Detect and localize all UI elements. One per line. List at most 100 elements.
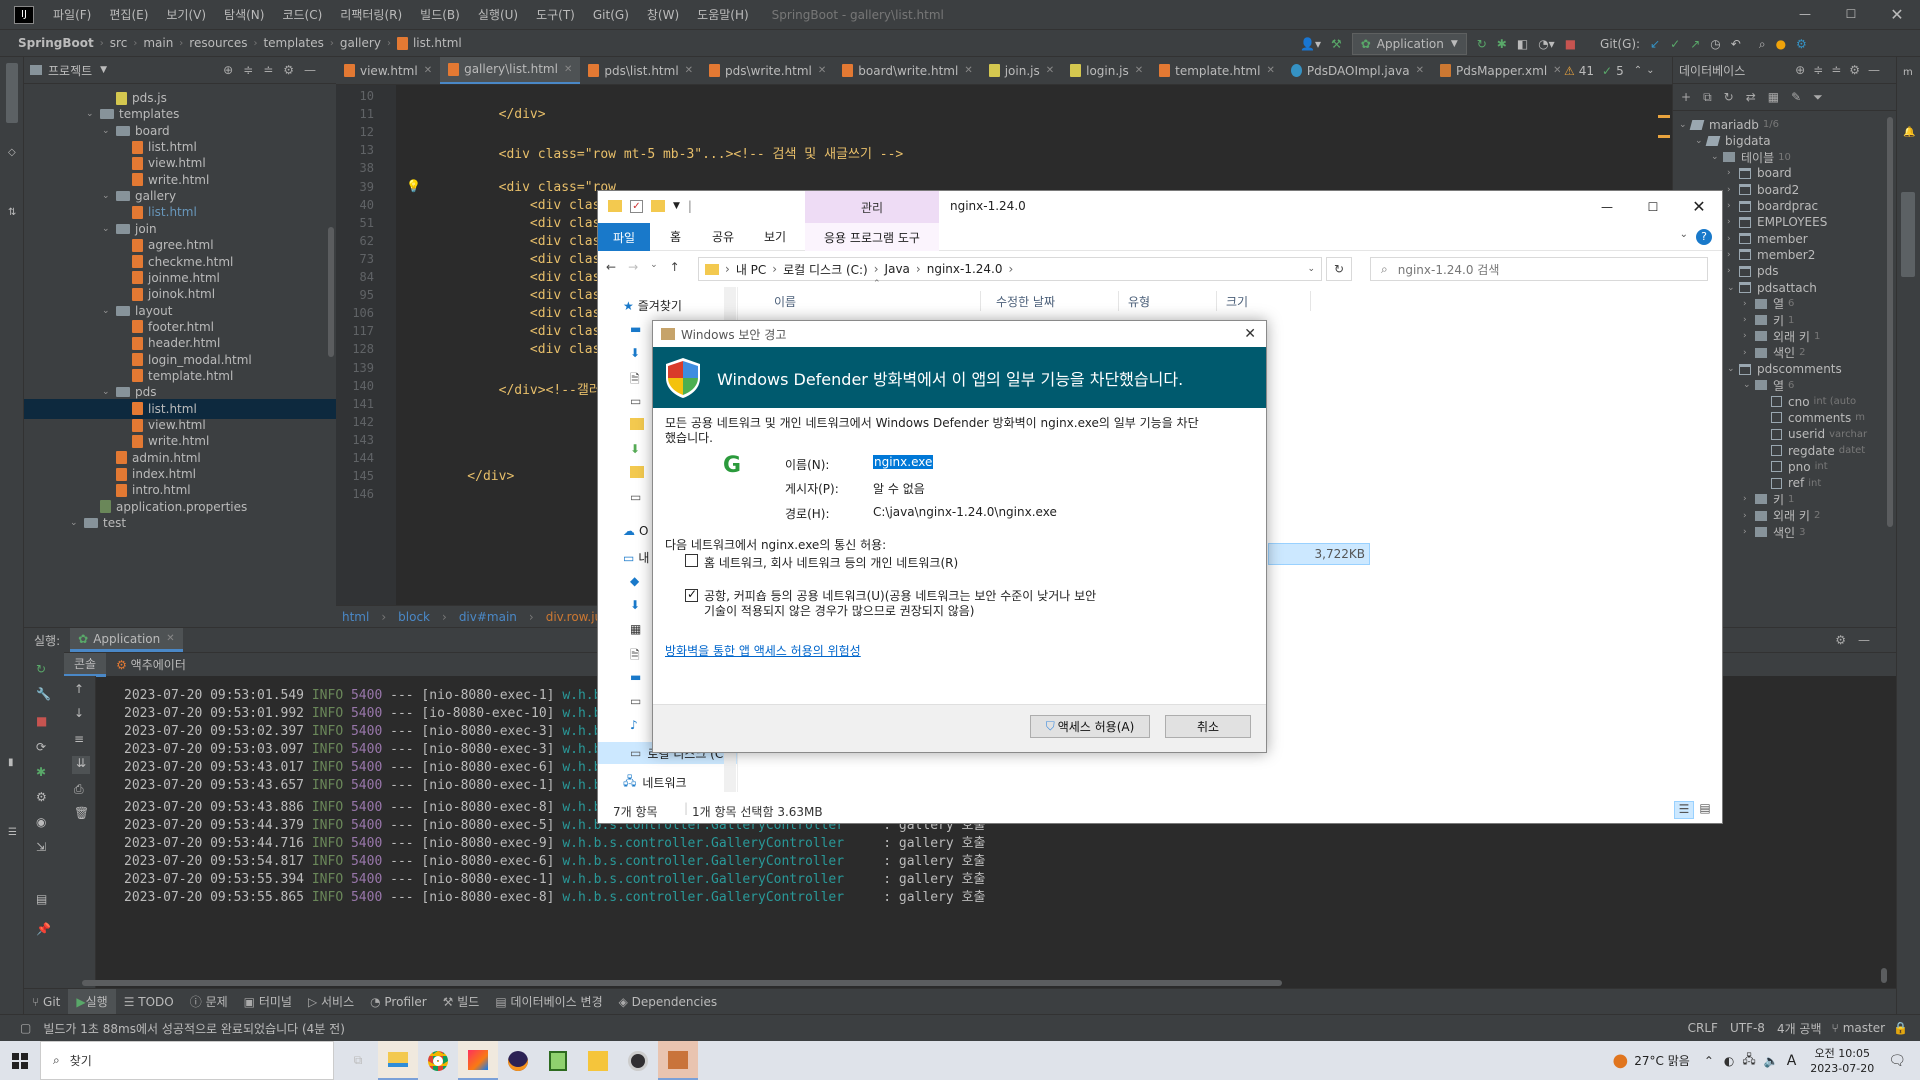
chevron-icon[interactable]: › [1727,201,1739,211]
hammer-icon[interactable]: ⚒ [1331,37,1342,51]
nav-network[interactable]: 🖧 네트워크 [623,772,687,793]
close-icon[interactable]: ✕ [1676,191,1722,223]
console-vscrollbar[interactable] [1881,968,1887,983]
column-size[interactable]: 크기 [1226,293,1248,310]
run-tab-application[interactable]: ✿ Application ✕ [70,628,183,652]
editor-crumb-html[interactable]: html [336,610,375,624]
editor-tab[interactable]: pds\write.html ✕ [701,57,834,84]
chevron-up-icon[interactable]: ⌃ [1704,1054,1714,1068]
editor-tab[interactable]: pds\list.html ✕ [580,57,701,84]
stop-icon[interactable]: ■ [36,714,47,728]
tiles-view-icon[interactable]: ▤ [1696,801,1714,819]
database-tree-item[interactable]: › 색인 3 [1743,523,1805,542]
risk-help-link[interactable]: 방화벽을 통한 앱 액세스 허용의 위험성 [665,642,861,659]
selected-file-size[interactable]: 3,722KB [1268,543,1370,565]
editor-tab[interactable]: login.js ✕ [1062,57,1151,84]
close-icon[interactable]: ✕ [685,65,693,76]
chevron-icon[interactable]: › [1743,299,1755,309]
run-panel-options[interactable]: ⚙— [1835,633,1882,647]
chevron-down-icon[interactable]: ⌄ [102,191,116,201]
git-update-icon[interactable]: ↙ [1650,37,1660,51]
tool-window-button[interactable]: ▣ 터미널 [236,993,300,1010]
tray-app-icon[interactable]: ◐ [1724,1054,1734,1068]
tool-window-button[interactable]: ⓘ 문제 [182,993,236,1010]
network-icon[interactable]: 🖧 [1742,1050,1755,1071]
chevron-icon[interactable]: › [1727,250,1739,260]
project-scrollbar[interactable] [328,227,334,357]
help-icon[interactable]: ? [1696,229,1712,245]
coverage-icon[interactable]: ◧ [1517,37,1528,51]
settings-icon[interactable]: ⚙ [36,790,47,804]
up-icon[interactable]: ↑ [670,260,680,274]
git-commit-icon[interactable]: ✓ [1670,37,1680,51]
close-icon[interactable]: ✕ [424,65,432,76]
bookmarks-tool-icon[interactable]: ▮ [8,757,14,768]
console-scrollbar[interactable] [82,980,1282,986]
status-line-separator[interactable]: CRLF [1682,1021,1724,1035]
project-title[interactable]: 프로젝트 [48,62,92,79]
maximize-icon[interactable]: ☐ [1630,191,1676,223]
chevron-icon[interactable]: › [1743,348,1755,358]
maximize-icon[interactable]: ☐ [1828,0,1874,29]
notepad-icon[interactable] [538,1041,578,1080]
ribbon-tab-view[interactable]: 보기 [764,228,786,245]
rollback-icon[interactable]: ↶ [1731,37,1741,51]
menu-run[interactable]: 실행(U) [469,6,527,23]
lock-icon[interactable]: 🔒 [1893,1021,1920,1035]
video-icon[interactable]: ▦ [630,622,641,636]
chevron-up-icon[interactable]: ⌃ [1634,65,1642,76]
git-push-icon[interactable]: ↗ [1690,37,1700,51]
app-taskbar-icon[interactable] [658,1041,698,1080]
chevron-icon[interactable]: ⌄ [1711,152,1723,162]
soft-wrap-icon[interactable]: ≡ [74,732,84,746]
downloads-icon[interactable]: ⬇ [630,598,640,612]
tool-window-button[interactable]: ⚒ 빌드 [435,993,488,1010]
weather-icon[interactable]: ● [1613,1050,1629,1071]
crumb-gallery[interactable]: gallery [334,36,387,50]
wrench-icon[interactable]: 🔧 [36,687,51,701]
table-icon[interactable]: ▦ [1768,90,1779,104]
settings-icon[interactable]: ⚙ [1796,37,1807,51]
debug-icon[interactable]: ✱ [1497,37,1507,51]
tool-window-button[interactable]: ◔ Profiler [362,995,435,1009]
cancel-button[interactable]: 취소 [1165,715,1251,738]
chevron-icon[interactable]: ⌄ [1727,364,1739,374]
downloads-icon[interactable]: ⬇ [630,346,640,360]
database-title[interactable]: 데이터베이스 [1679,62,1745,79]
chevron-icon[interactable]: › [1743,331,1755,341]
actuator-tab[interactable]: ⚙ 액추에이터 [106,656,196,673]
editor-tab[interactable]: join.js ✕ [981,57,1062,84]
editor-tab[interactable]: template.html ✕ [1151,57,1283,84]
name-value[interactable]: nginx.exe [873,455,934,469]
stop-icon[interactable]: ■ [1565,37,1576,51]
weather-text[interactable]: 27°C 맑음 [1634,1052,1690,1069]
camera-icon[interactable]: ◉ [36,815,46,829]
database-scrollbar[interactable] [1887,117,1893,527]
start-button[interactable] [0,1041,40,1080]
chevron-down-icon[interactable]: ⌄ [102,306,116,316]
maven-tool-icon[interactable]: m [1903,67,1913,78]
chevron-down-icon[interactable]: ⌄ [70,518,84,528]
project-tree-item[interactable]: ⌄ test [70,513,126,533]
editor-tab[interactable]: gallery\list.html ✕ [440,57,581,84]
chevron-down-icon[interactable]: ⌄ [86,109,100,119]
chevron-icon[interactable]: › [1727,234,1739,244]
explorer-search[interactable]: ⌕ nginx-1.24.0 검색 [1370,257,1708,281]
ribbon-tab-app-tools[interactable]: 응용 프로그램 도구 [805,223,939,251]
chevron-down-icon[interactable]: ⌄ [1646,65,1654,76]
path-segment[interactable]: 로컬 디스크 (C:) [783,261,868,278]
chevron-icon[interactable]: › [1727,185,1739,195]
chevron-icon[interactable]: › [1743,315,1755,325]
documents-icon[interactable]: 🗎 [630,370,640,391]
status-indent[interactable]: 4개 공백 [1771,1020,1828,1037]
chevron-icon[interactable]: ⌄ [1727,283,1739,293]
documents-icon[interactable]: 🗎 [630,646,640,667]
crumb-resources[interactable]: resources [183,36,253,50]
recent-icon[interactable]: ⌄ [650,260,658,274]
close-icon[interactable]: ✕ [1416,65,1424,76]
pull-requests-tool-icon[interactable]: ⇅ [8,207,16,218]
rerun-icon[interactable]: ↻ [36,662,46,676]
add-icon[interactable]: + [1681,90,1691,104]
chevron-down-icon[interactable]: ⌄ [102,224,116,234]
chevron-icon[interactable]: › [1727,217,1739,227]
